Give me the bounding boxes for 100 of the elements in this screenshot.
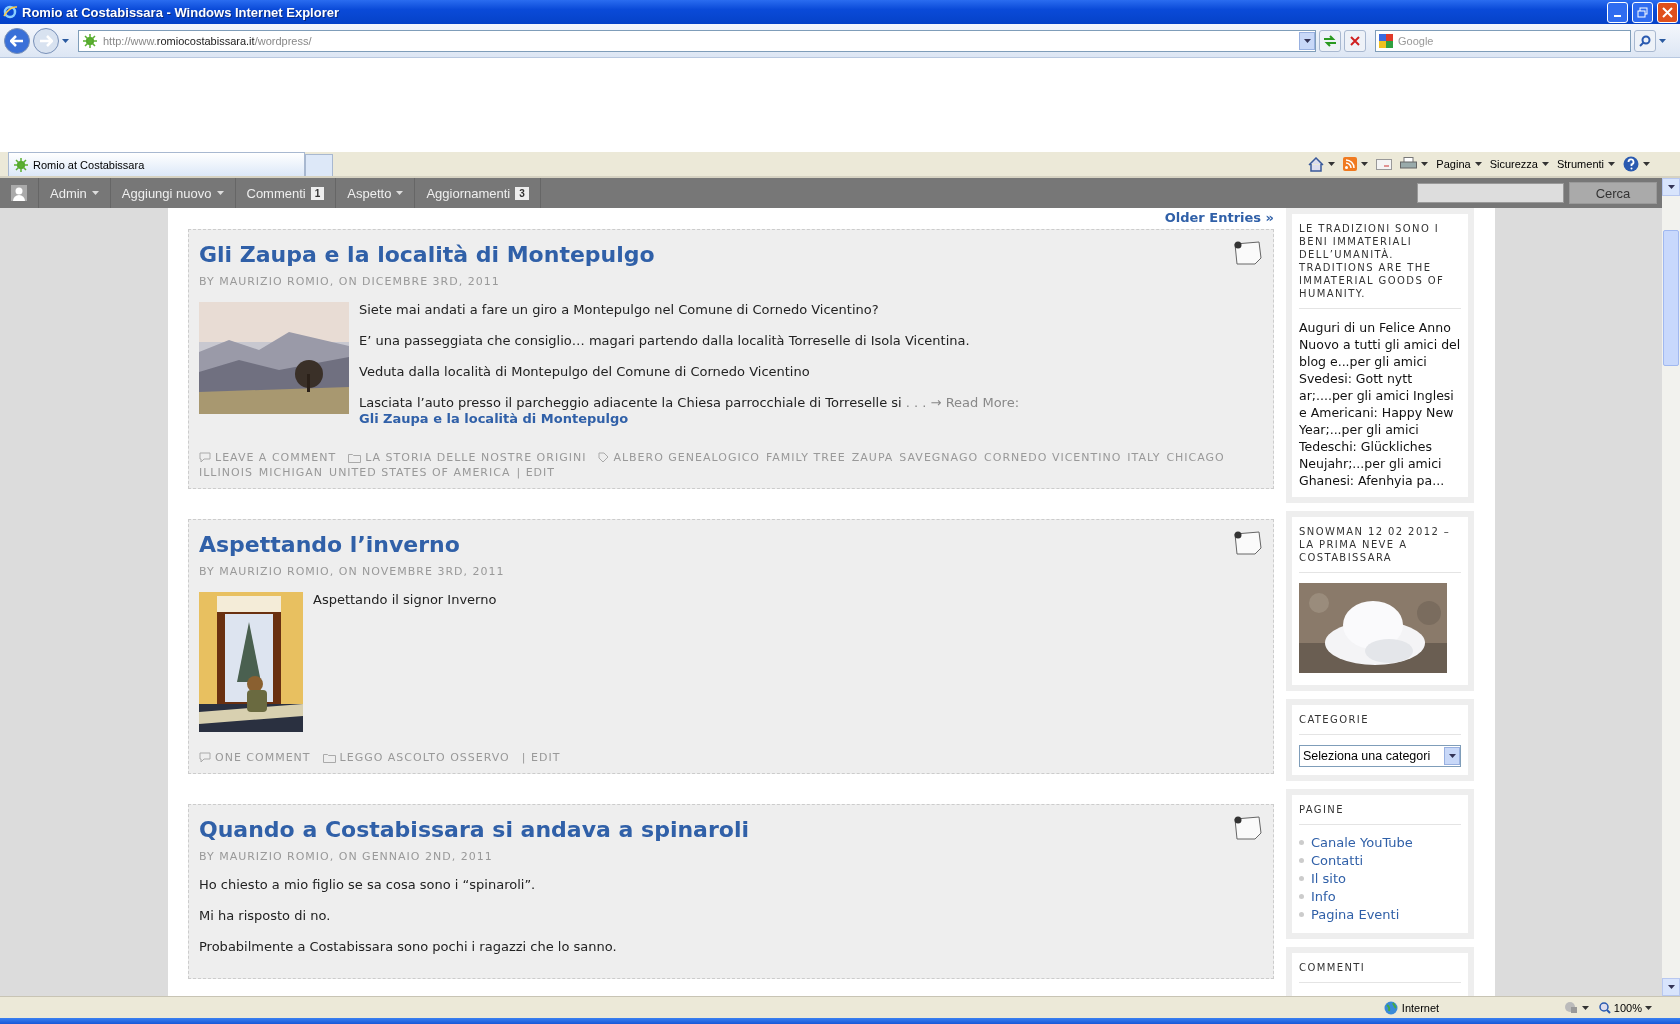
caret-icon: [1541, 162, 1549, 166]
caret-icon: [216, 191, 224, 195]
stop-icon: [1350, 35, 1360, 46]
caret-icon: [1474, 162, 1482, 166]
post-paragraph: Veduta dalla località di Montepulgo del Comune di Cornedo Vicentino: [358, 364, 811, 380]
minimize-icon: [1614, 15, 1621, 17]
caret-icon: [62, 38, 69, 43]
history-dropdown[interactable]: [62, 38, 69, 43]
widget-text: Auguri di un Felice Anno Nuovo a tutti gli amici del blog e...per gli amici Svedesi: Gott nytt ar;....per gli amici Inglesi e Americani: Happy New Year;...per gli amici Tedeschi: Glückliches Neujahr;...per gli amici Ghanesi: Afenhyia pa...: [1299, 319, 1461, 489]
zoom-icon: [1598, 1001, 1611, 1014]
zoom-button[interactable]: 100%: [1588, 1001, 1670, 1014]
caret-icon: [1645, 1005, 1652, 1010]
caret-icon: [1643, 162, 1650, 166]
zone-text: Internet: [1401, 1001, 1440, 1014]
comment-icon: [199, 452, 211, 463]
read-more-link[interactable]: Gli Zaupa e la località di Montepulgo: [359, 411, 629, 426]
favicon-icon: [83, 33, 97, 48]
post-paragraph: Lasciata l’auto presso il parcheggio adiacente la Chiesa parrocchiale di Torreselle si . . . → Read More: Gli Zaupa e la località di Montepulgo: [358, 395, 1021, 427]
close-icon: [1662, 6, 1673, 18]
post-paragraph: Probabilmente a Costabissara sono pochi i ragazzi che lo sanno.: [199, 939, 618, 955]
note-icon: [1233, 815, 1263, 841]
browser-tab[interactable]: Romio at Costabissara: [8, 152, 305, 176]
search-options-dropdown[interactable]: [1659, 38, 1666, 43]
command-menu[interactable]: Sicurezza: [1489, 158, 1549, 170]
post-meta: BY MAURIZIO ROMIO, ON DICEMBRE 3RD, 2011: [199, 275, 501, 288]
caret-icon: [1659, 38, 1666, 43]
mail-button[interactable]: [1376, 158, 1393, 170]
stop-button[interactable]: [1344, 29, 1366, 52]
caret-icon: [1328, 162, 1336, 166]
help-button[interactable]: [1623, 156, 1650, 172]
page-link[interactable]: Canale YouTube: [1311, 835, 1413, 850]
page-link[interactable]: Il sito: [1311, 871, 1346, 886]
post-paragraph: E’ una passeggiata che consiglio… magari partendo dalla località Torreselle di Isola Vicentina.: [358, 333, 971, 349]
caret-icon: [1608, 162, 1615, 166]
window-title: Romio at Costabissara - Windows Internet Explorer: [22, 4, 340, 20]
post-meta: BY MAURIZIO ROMIO, ON GENNAIO 2ND, 2011: [199, 850, 494, 863]
refresh-button[interactable]: [1319, 29, 1341, 52]
folder-icon: [348, 452, 362, 463]
caret-icon: [91, 191, 99, 195]
note-icon: [1233, 530, 1263, 556]
widget-title: PAGINE: [1299, 795, 1461, 825]
favicon-icon: [14, 157, 28, 172]
post-paragraph: Siete mai andati a fare un giro a Montepulgo nel Comune di Cornedo Vicentino?: [358, 302, 880, 318]
caret-icon: [1581, 1005, 1589, 1010]
caret-icon: [1303, 38, 1311, 43]
post-title[interactable]: Quando a Costabissara si andava a spinaroli: [199, 817, 749, 842]
print-button[interactable]: [1400, 157, 1429, 171]
scroll-thumb[interactable]: [1663, 230, 1679, 366]
admin-search-field[interactable]: [1417, 183, 1564, 203]
page-link[interactable]: Pagina Eventi: [1311, 907, 1400, 922]
home-button[interactable]: [1308, 156, 1336, 172]
feeds-button[interactable]: [1343, 157, 1369, 171]
globe-icon: [1383, 1000, 1398, 1015]
bullet-icon: [1299, 912, 1304, 917]
comment-icon: [199, 752, 211, 763]
minimize-button[interactable]: [1607, 1, 1628, 23]
widget-title: SNOWMAN 12 02 2012 – LA PRIMA NEVE A COSTABISSARA: [1299, 517, 1461, 573]
caret-icon: [396, 191, 404, 195]
widget-title: CATEGORIE: [1299, 705, 1461, 735]
forward-button[interactable]: [33, 27, 59, 54]
arrow-left-icon: [10, 34, 24, 47]
post-title[interactable]: Aspettando l’inverno: [199, 532, 460, 557]
command-menu[interactable]: Pagina: [1436, 158, 1482, 170]
older-entries-link[interactable]: Older Entries »: [1164, 210, 1274, 225]
post-title[interactable]: Gli Zaupa e la località di Montepulgo: [199, 242, 655, 267]
address-field[interactable]: http://www.romiocostabissara.it/wordpress/: [78, 29, 1316, 52]
scroll-up-button[interactable]: [1662, 178, 1680, 196]
caret-icon: [1421, 162, 1429, 166]
back-button[interactable]: [4, 27, 30, 54]
scrollbar[interactable]: [1662, 178, 1680, 996]
close-button[interactable]: [1657, 1, 1678, 23]
widget-title: LE TRADIZIONI SONO I BENI IMMATERIALI DELL’UMANITÀ. TRADITIONS ARE THE IMMATERIAL GOODS OF HUMANITY.: [1299, 214, 1461, 309]
note-icon: [1233, 240, 1263, 266]
bullet-icon: [1299, 876, 1304, 881]
post-paragraph: Ho chiesto a mio figlio se sa cosa sono i “spinaroli”.: [199, 877, 537, 893]
search-icon: [1639, 34, 1651, 47]
restore-icon: [1637, 6, 1648, 18]
page-link[interactable]: Contatti: [1311, 853, 1364, 868]
scroll-down-button[interactable]: [1662, 978, 1680, 996]
bullet-icon: [1299, 858, 1304, 863]
search-submit-button[interactable]: Cerca: [1569, 182, 1657, 204]
category-select[interactable]: Seleziona una categori: [1299, 745, 1461, 767]
search-button[interactable]: [1634, 29, 1656, 52]
caret-icon: [1667, 985, 1675, 989]
user-icon: [11, 185, 27, 201]
refresh-icon: [1323, 34, 1337, 47]
page-link[interactable]: Info: [1311, 889, 1336, 904]
search-field[interactable]: Google: [1375, 29, 1631, 52]
protected-mode-button[interactable]: [1563, 1001, 1589, 1014]
browser-logo-icon: [2, 4, 18, 20]
post-paragraph: Mi ha risposto di no.: [199, 908, 332, 924]
caret-icon: [1361, 162, 1369, 166]
folder-icon: [322, 752, 336, 763]
tag-icon: [598, 452, 610, 463]
command-menu[interactable]: Strumenti: [1556, 158, 1615, 170]
caret-icon: [1667, 185, 1675, 189]
post-meta: BY MAURIZIO ROMIO, ON NOVEMBRE 3RD, 2011: [199, 565, 506, 578]
widget-title: COMMENTI: [1299, 953, 1461, 983]
restore-button[interactable]: [1632, 1, 1653, 23]
arrow-right-icon: [39, 34, 53, 47]
